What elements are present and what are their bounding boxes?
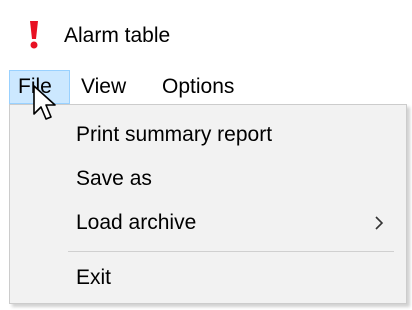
window-title: Alarm table [64, 24, 171, 47]
exclamation-icon [30, 21, 38, 49]
menu-item-label: Exit [76, 266, 112, 289]
menu-file[interactable]: File [9, 70, 70, 104]
menu-item-label: Load archive [76, 211, 197, 234]
menu-separator [68, 251, 394, 252]
menu-item-label: Print summary report [76, 123, 273, 146]
menu-item-load-archive[interactable]: Load archive [10, 203, 406, 243]
menu-view[interactable]: View [75, 70, 132, 104]
file-dropdown-menu: Print summary report Save as Load archiv… [9, 104, 407, 304]
menu-bar: File View Options [0, 70, 412, 104]
menu-item-save-as[interactable]: Save as [10, 159, 406, 199]
chevron-right-icon [375, 216, 384, 230]
menu-item-print-summary-report[interactable]: Print summary report [10, 115, 406, 155]
title-bar: Alarm table [0, 0, 412, 64]
menu-item-exit[interactable]: Exit [10, 258, 406, 298]
application-window: Alarm table File View Options Print summ… [0, 0, 412, 310]
menu-options[interactable]: Options [156, 70, 240, 104]
menu-item-label: Save as [76, 167, 152, 190]
